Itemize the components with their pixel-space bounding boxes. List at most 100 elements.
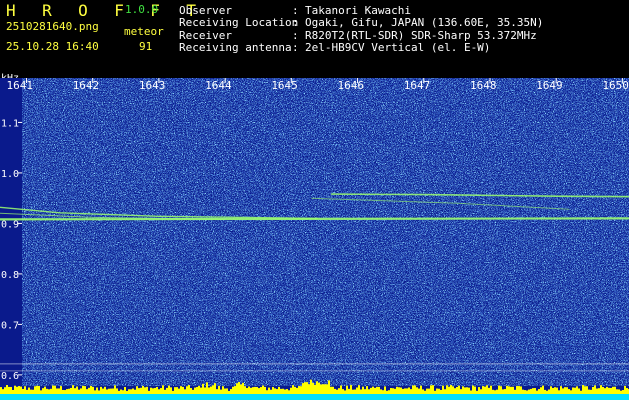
level-bar <box>420 385 422 394</box>
level-bar <box>424 390 426 394</box>
antenna-colon: : <box>292 41 299 54</box>
level-bar <box>270 389 272 394</box>
level-bar <box>64 390 66 394</box>
level-bar <box>536 390 538 394</box>
location-colon: : <box>292 16 299 29</box>
level-bar <box>92 386 94 394</box>
level-bar <box>34 386 36 394</box>
level-bar <box>302 383 304 394</box>
level-bar <box>582 385 584 394</box>
level-bar <box>44 386 46 394</box>
level-bar <box>392 388 394 394</box>
level-bar <box>352 389 354 394</box>
level-bar <box>138 388 140 394</box>
level-bar <box>310 379 312 394</box>
level-bar <box>90 385 92 394</box>
level-bar <box>530 388 532 394</box>
level-bar <box>232 386 234 394</box>
level-bar <box>186 386 188 394</box>
level-bar <box>506 385 508 394</box>
level-bar <box>544 389 546 394</box>
level-bar <box>606 386 608 394</box>
level-bar <box>620 390 622 394</box>
level-bar <box>210 386 212 394</box>
level-bar <box>278 386 280 394</box>
capture-filename: 2510281640.png <box>6 20 99 33</box>
freq-tick-label: 0.7 <box>1 320 19 331</box>
level-bar <box>220 389 222 394</box>
level-bar <box>432 385 434 394</box>
level-bar <box>264 386 266 394</box>
level-bar <box>382 390 384 394</box>
level-bar <box>580 390 582 394</box>
level-bar <box>626 388 628 394</box>
level-bar <box>418 388 420 394</box>
level-bar <box>136 386 138 394</box>
level-bar <box>330 386 332 394</box>
level-bar <box>128 389 130 394</box>
level-bar <box>178 388 180 394</box>
level-bar <box>322 384 324 394</box>
level-bar <box>304 382 306 394</box>
level-bar <box>354 389 356 394</box>
level-bar <box>212 385 214 394</box>
time-tick-label: 1648 <box>470 79 497 92</box>
time-tick-label: 1641 <box>6 79 33 92</box>
level-bar <box>140 387 142 394</box>
level-bar <box>156 387 158 394</box>
level-bar <box>72 385 74 394</box>
level-bar <box>288 390 290 394</box>
level-bar <box>410 389 412 394</box>
level-bar <box>172 390 174 394</box>
level-bar <box>238 382 240 394</box>
level-bar <box>426 388 428 394</box>
level-bar <box>624 385 626 394</box>
level-bar <box>76 386 78 394</box>
level-bar <box>268 387 270 394</box>
level-bar <box>584 386 586 394</box>
level-bar <box>362 386 364 394</box>
level-bar <box>170 387 172 394</box>
time-tick-label: 1645 <box>271 79 298 92</box>
level-bar <box>256 386 258 394</box>
level-bar <box>386 390 388 394</box>
level-bar <box>314 384 316 394</box>
level-bar <box>96 387 98 394</box>
level-bar <box>24 386 26 394</box>
level-bar <box>400 387 402 394</box>
level-bar <box>272 386 274 394</box>
level-bar <box>402 388 404 394</box>
level-bar <box>514 389 516 394</box>
level-bar <box>374 387 376 394</box>
level-bar <box>224 388 226 394</box>
level-bar <box>248 386 250 394</box>
level-bar <box>518 386 520 394</box>
level-bar <box>600 385 602 394</box>
meteor-label: meteor <box>124 25 164 38</box>
level-bar <box>596 388 598 394</box>
level-bar <box>516 386 518 394</box>
level-bar <box>294 386 296 394</box>
level-bar <box>416 387 418 394</box>
level-bar <box>62 389 64 394</box>
level-bar <box>358 385 360 394</box>
level-bar <box>80 388 82 394</box>
time-tick-label: 1647 <box>404 79 431 92</box>
level-bar <box>254 386 256 394</box>
level-bar <box>480 389 482 394</box>
level-bar <box>466 387 468 394</box>
level-bar <box>558 390 560 394</box>
level-bar <box>368 389 370 394</box>
level-bar <box>6 385 8 394</box>
level-bar <box>102 388 104 394</box>
level-bar <box>440 389 442 394</box>
time-tick-label: 1642 <box>73 79 100 92</box>
level-bar <box>50 388 52 394</box>
level-bar <box>500 386 502 394</box>
freq-tick-label: 0.8 <box>1 270 19 281</box>
level-bar <box>86 389 88 394</box>
level-bar <box>346 385 348 394</box>
level-bar <box>14 385 16 394</box>
level-bar <box>412 385 414 394</box>
level-bar <box>318 382 320 394</box>
